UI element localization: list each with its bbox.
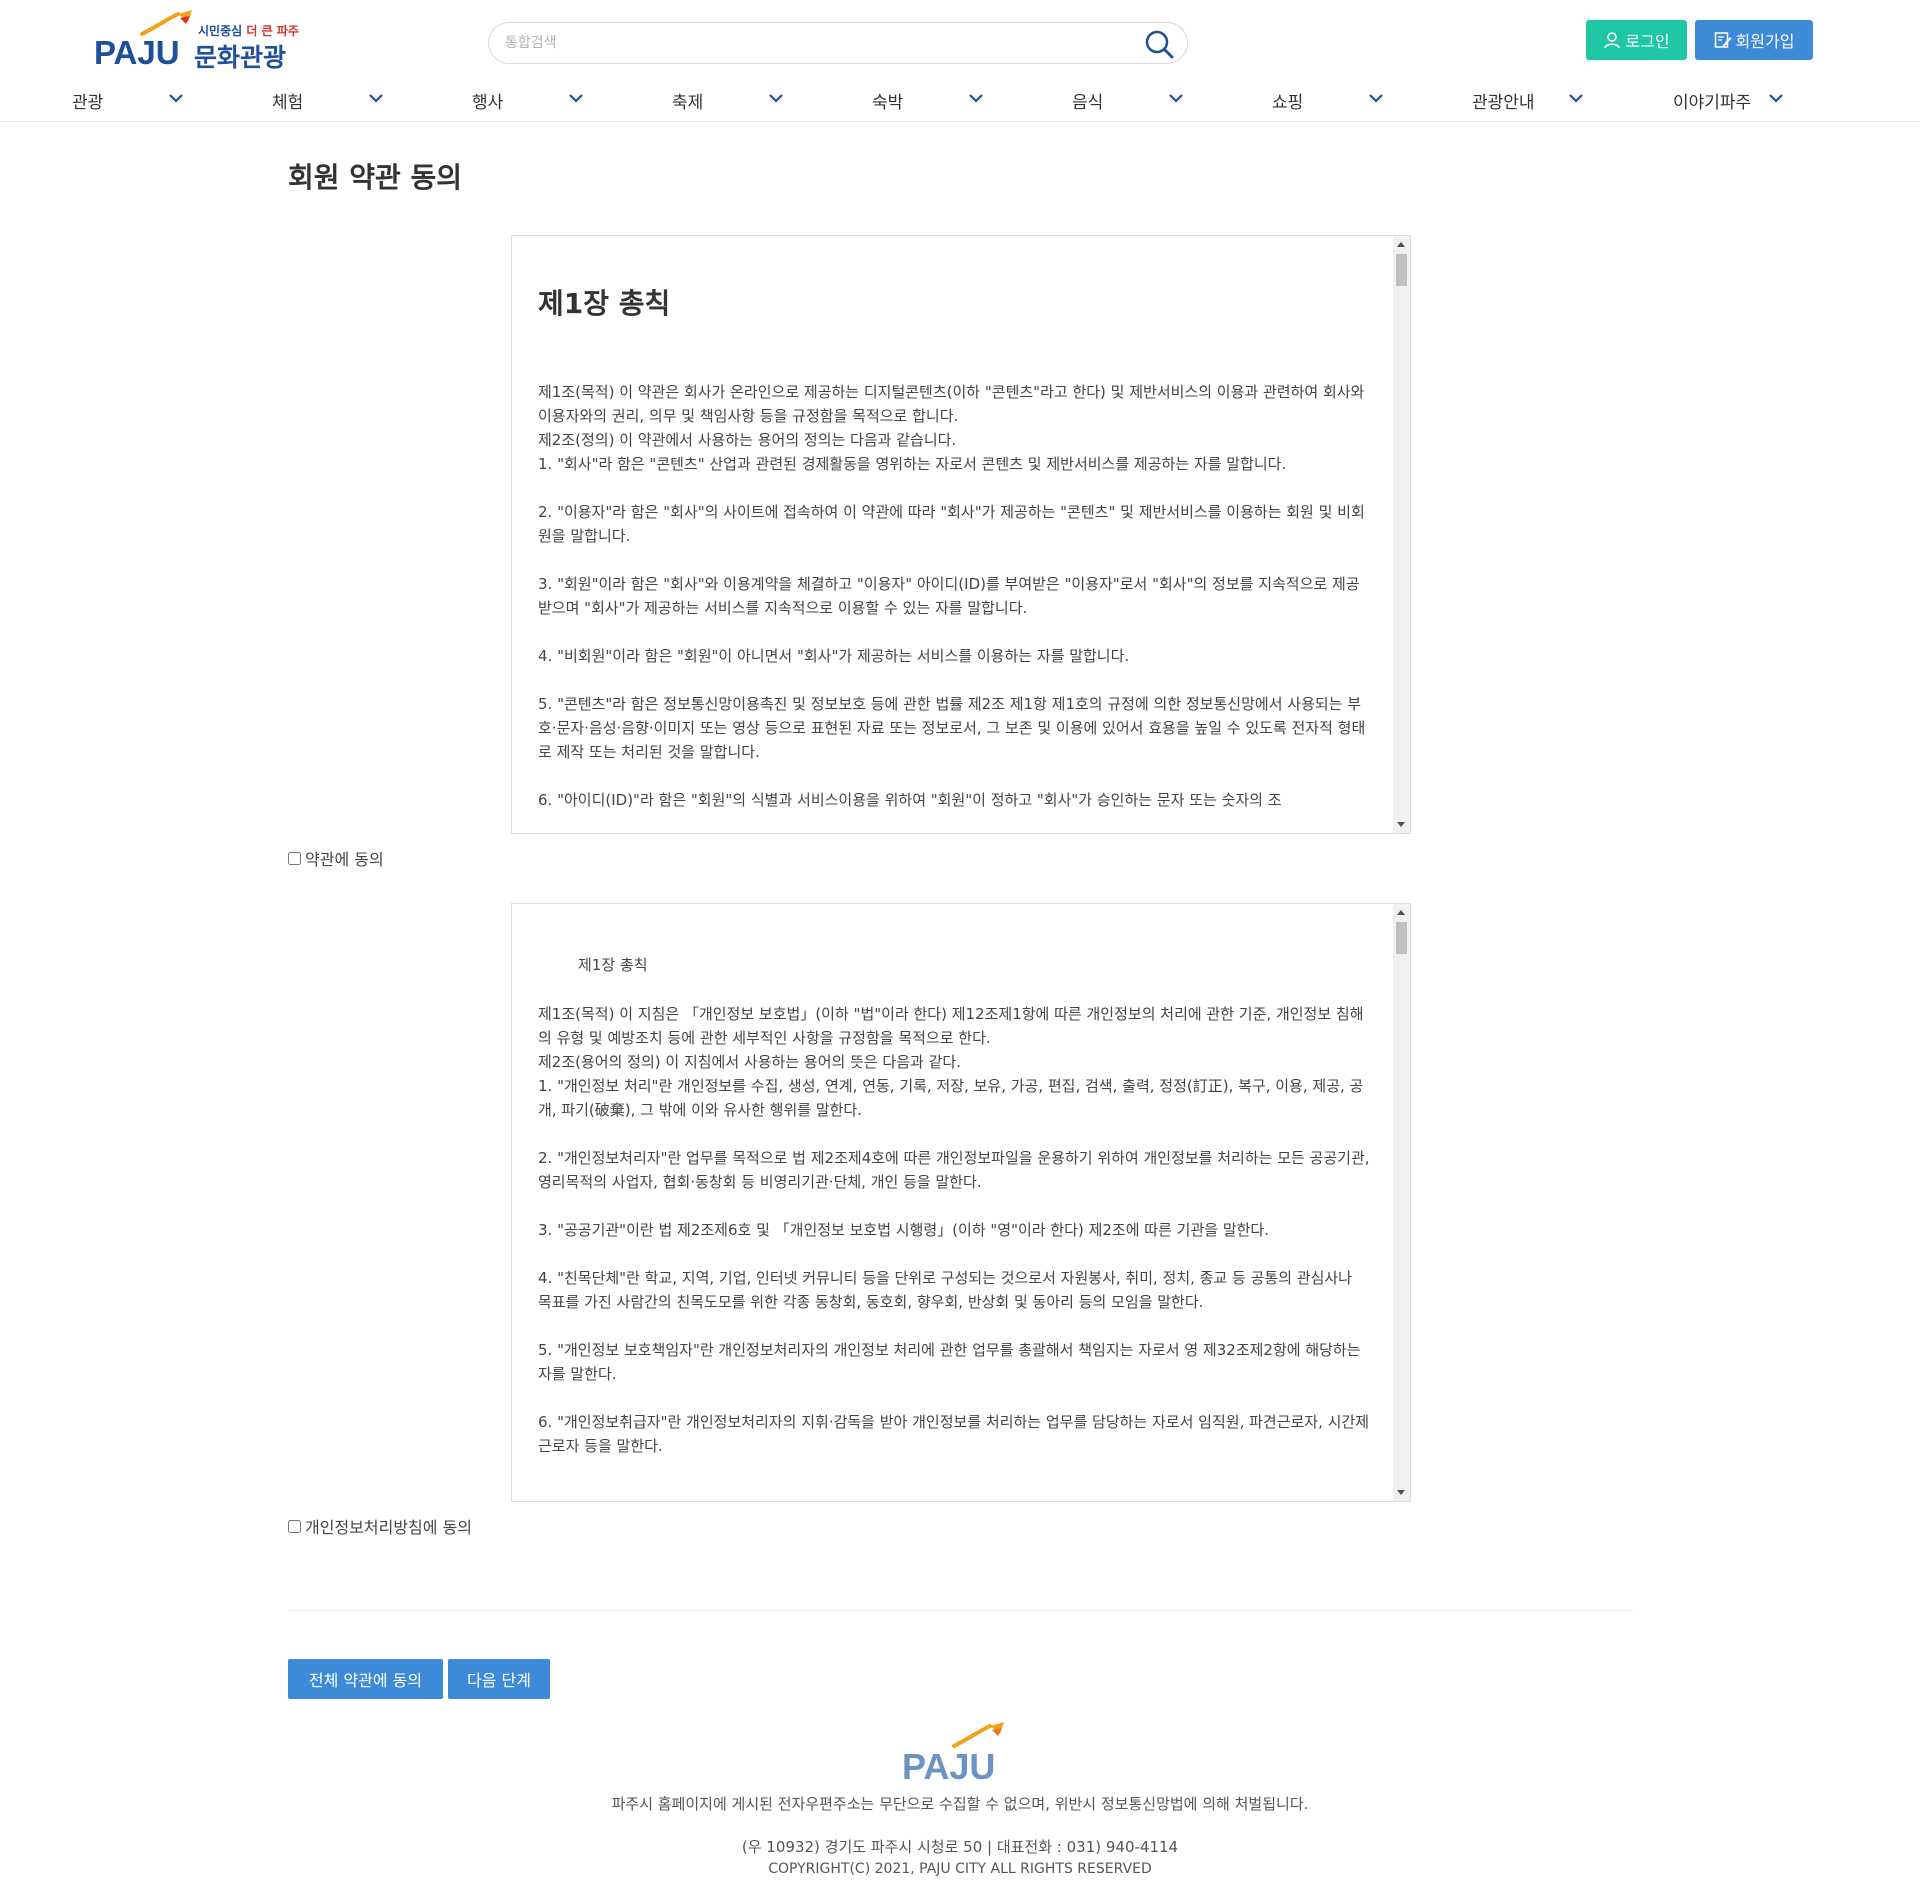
nav-item-food[interactable]: 음식 (1072, 84, 1103, 116)
privacy-paragraph: 3. "공공기관"이란 법 제2조제6호 및 「개인정보 보호법 시행령」(이하… (538, 1221, 1270, 1239)
nav-label: 관광 (72, 92, 104, 113)
chevron-down-icon[interactable] (1168, 92, 1184, 104)
user-icon (1604, 32, 1621, 49)
nav-label: 숙박 (872, 92, 904, 113)
privacy-body: 제1조(목적) 이 지침은 「개인정보 보호법」(이하 "법"이라 한다) 제1… (538, 1002, 1370, 1458)
search-input[interactable] (505, 31, 1105, 55)
terms-paragraph: 2. "이용자"라 함은 "회사"의 사이트에 접속하여 이 약관에 따라 "회… (538, 503, 1365, 545)
page-title: 회원 약관 동의 (288, 161, 463, 194)
privacy-scroll-box[interactable]: 제1장 총칙 제1조(목적) 이 지침은 「개인정보 보호법」(이하 "법"이라… (511, 903, 1411, 1502)
logo-title: 문화관광 (194, 43, 287, 72)
terms-scroll-box[interactable]: 제1장 총칙 제1조(목적) 이 약관은 회사가 온라인으로 제공하는 디지털콘… (511, 235, 1411, 834)
search-icon[interactable] (1143, 28, 1175, 60)
scroll-down-icon[interactable] (1397, 822, 1405, 827)
edit-form-icon (1714, 32, 1732, 48)
terms-heading: 제1장 총칙 (538, 287, 671, 320)
privacy-paragraph: 제1조(목적) 이 지침은 「개인정보 보호법」(이하 "법"이라 한다) 제1… (538, 1005, 1364, 1047)
nav-item-festival[interactable]: 축제 (672, 84, 703, 116)
chevron-down-icon[interactable] (1768, 92, 1784, 104)
nav-item-events[interactable]: 행사 (472, 84, 503, 116)
privacy-agree-checkbox[interactable] (288, 1519, 301, 1533)
nav-label: 체험 (272, 92, 304, 113)
chevron-down-icon[interactable] (968, 92, 984, 104)
scroll-down-icon[interactable] (1397, 1490, 1405, 1495)
section-divider (288, 1610, 1633, 1611)
logo-tagline-highlight: 더 큰 파주 (246, 24, 299, 38)
nav-label: 음식 (1072, 92, 1104, 113)
search-bar (488, 22, 1188, 64)
scroll-thumb[interactable] (1396, 922, 1407, 954)
footer-address: (우 10932) 경기도 파주시 시청로 50 | 대표전화 : 031) 9… (741, 1838, 1179, 1856)
nav-label: 쇼핑 (1272, 92, 1304, 113)
terms-agree-label: 약관에 동의 (305, 850, 384, 869)
main-navigation: 관광 체험 행사 축제 숙박 음식 쇼핑 관광안내 이야기파주 (0, 84, 1920, 116)
nav-item-guide[interactable]: 관광안내 (1472, 84, 1535, 116)
nav-label: 행사 (472, 92, 504, 113)
agree-all-button[interactable]: 전체 약관에 동의 (288, 1659, 443, 1699)
terms-body: 제1조(목적) 이 약관은 회사가 온라인으로 제공하는 디지털콘텐츠(이하 "… (538, 380, 1370, 812)
next-step-button[interactable]: 다음 단계 (448, 1659, 550, 1699)
logo-tagline-prefix: 시민중심 (198, 24, 243, 38)
terms-paragraph: 제2조(정의) 이 약관에서 사용하는 용어의 정의는 다음과 같습니다. (538, 431, 957, 449)
footer-logo-word: PAJU (902, 1746, 996, 1787)
terms-paragraph: 5. "콘텐츠"라 함은 정보통신망이용촉진 및 정보보호 등에 관한 법률 제… (538, 695, 1366, 761)
nav-item-lodging[interactable]: 숙박 (872, 84, 903, 116)
nav-label: 축제 (672, 92, 704, 113)
logo-word: PAJU (94, 34, 180, 71)
footer-notice: 파주시 홈페이지에 게시된 전자우편주소는 무단으로 수집할 수 없으며, 위반… (611, 1795, 1309, 1813)
privacy-scrollbar[interactable] (1393, 904, 1410, 1501)
terms-paragraph: 6. "아이디(ID)"라 함은 "회원"의 식별과 서비스이용을 위하여 "회… (538, 791, 1282, 809)
privacy-paragraph: 제2조(용어의 정의) 이 지침에서 사용하는 용어의 뜻은 다음과 같다. (538, 1053, 961, 1071)
terms-paragraph: 제1조(목적) 이 약관은 회사가 온라인으로 제공하는 디지털콘텐츠(이하 "… (538, 383, 1365, 425)
footer-copyright: COPYRIGHT(C) 2021, PAJU CITY ALL RIGHTS … (768, 1861, 1152, 1877)
privacy-paragraph: 1. "개인정보 처리"란 개인정보를 수집, 생성, 연계, 연동, 기록, … (538, 1077, 1364, 1119)
privacy-paragraph: 5. "개인정보 보호책임자"란 개인정보처리자의 개인정보 처리에 관한 업무… (538, 1341, 1361, 1383)
site-header: PAJU 시민중심 더 큰 파주 문화관광 로그인 회원가입 관광 (0, 0, 1920, 122)
login-label: 로그인 (1625, 32, 1670, 51)
scroll-up-icon[interactable] (1397, 242, 1405, 247)
chevron-down-icon[interactable] (568, 92, 584, 104)
logo-tagline: 시민중심 더 큰 파주 (198, 22, 299, 39)
terms-scrollbar[interactable] (1393, 236, 1410, 833)
privacy-heading: 제1장 총칙 (578, 956, 648, 974)
chevron-down-icon[interactable] (1368, 92, 1384, 104)
join-label: 회원가입 (1735, 32, 1795, 51)
login-button[interactable]: 로그인 (1586, 20, 1687, 60)
chevron-down-icon[interactable] (768, 92, 784, 104)
nav-label: 관광안내 (1472, 92, 1535, 113)
chevron-down-icon[interactable] (168, 92, 184, 104)
nav-label: 이야기파주 (1673, 92, 1752, 113)
privacy-paragraph: 2. "개인정보처리자"란 업무를 목적으로 법 제2조제4호에 따른 개인정보… (538, 1149, 1370, 1191)
footer-logo: PAJU (900, 1718, 1020, 1787)
chevron-down-icon[interactable] (368, 92, 384, 104)
terms-agree-checkbox[interactable] (288, 851, 301, 865)
chevron-down-icon[interactable] (1568, 92, 1584, 104)
nav-item-tour[interactable]: 관광 (72, 84, 103, 116)
privacy-agree-row[interactable]: 개인정보처리방침에 동의 (288, 1514, 472, 1538)
terms-paragraph: 3. "회원"이라 함은 "회사"와 이용계약을 체결하고 "이용자" 아이디(… (538, 575, 1360, 617)
nav-item-shopping[interactable]: 쇼핑 (1272, 84, 1303, 116)
terms-agree-row[interactable]: 약관에 동의 (288, 846, 384, 870)
privacy-paragraph: 4. "친목단체"란 학교, 지역, 기업, 인터넷 커뮤니티 등을 단위로 구… (538, 1269, 1352, 1311)
scroll-thumb[interactable] (1396, 254, 1407, 286)
privacy-agree-label: 개인정보처리방침에 동의 (305, 1518, 473, 1537)
terms-paragraph: 4. "비회원"이라 함은 "회원"이 아니면서 "회사"가 제공하는 서비스를… (538, 647, 1130, 665)
join-button[interactable]: 회원가입 (1695, 20, 1813, 60)
paju-logo[interactable]: PAJU 시민중심 더 큰 파주 문화관광 (94, 8, 304, 72)
privacy-paragraph: 6. "개인정보취급자"란 개인정보처리자의 지휘·감독을 받아 개인정보를 처… (538, 1413, 1370, 1455)
nav-item-experience[interactable]: 체험 (272, 84, 303, 116)
scroll-up-icon[interactable] (1397, 910, 1405, 915)
terms-paragraph: 1. "회사"라 함은 "콘텐츠" 산업과 관련된 경제활동을 영위하는 자로서… (538, 455, 1287, 473)
nav-item-story[interactable]: 이야기파주 (1673, 84, 1751, 116)
